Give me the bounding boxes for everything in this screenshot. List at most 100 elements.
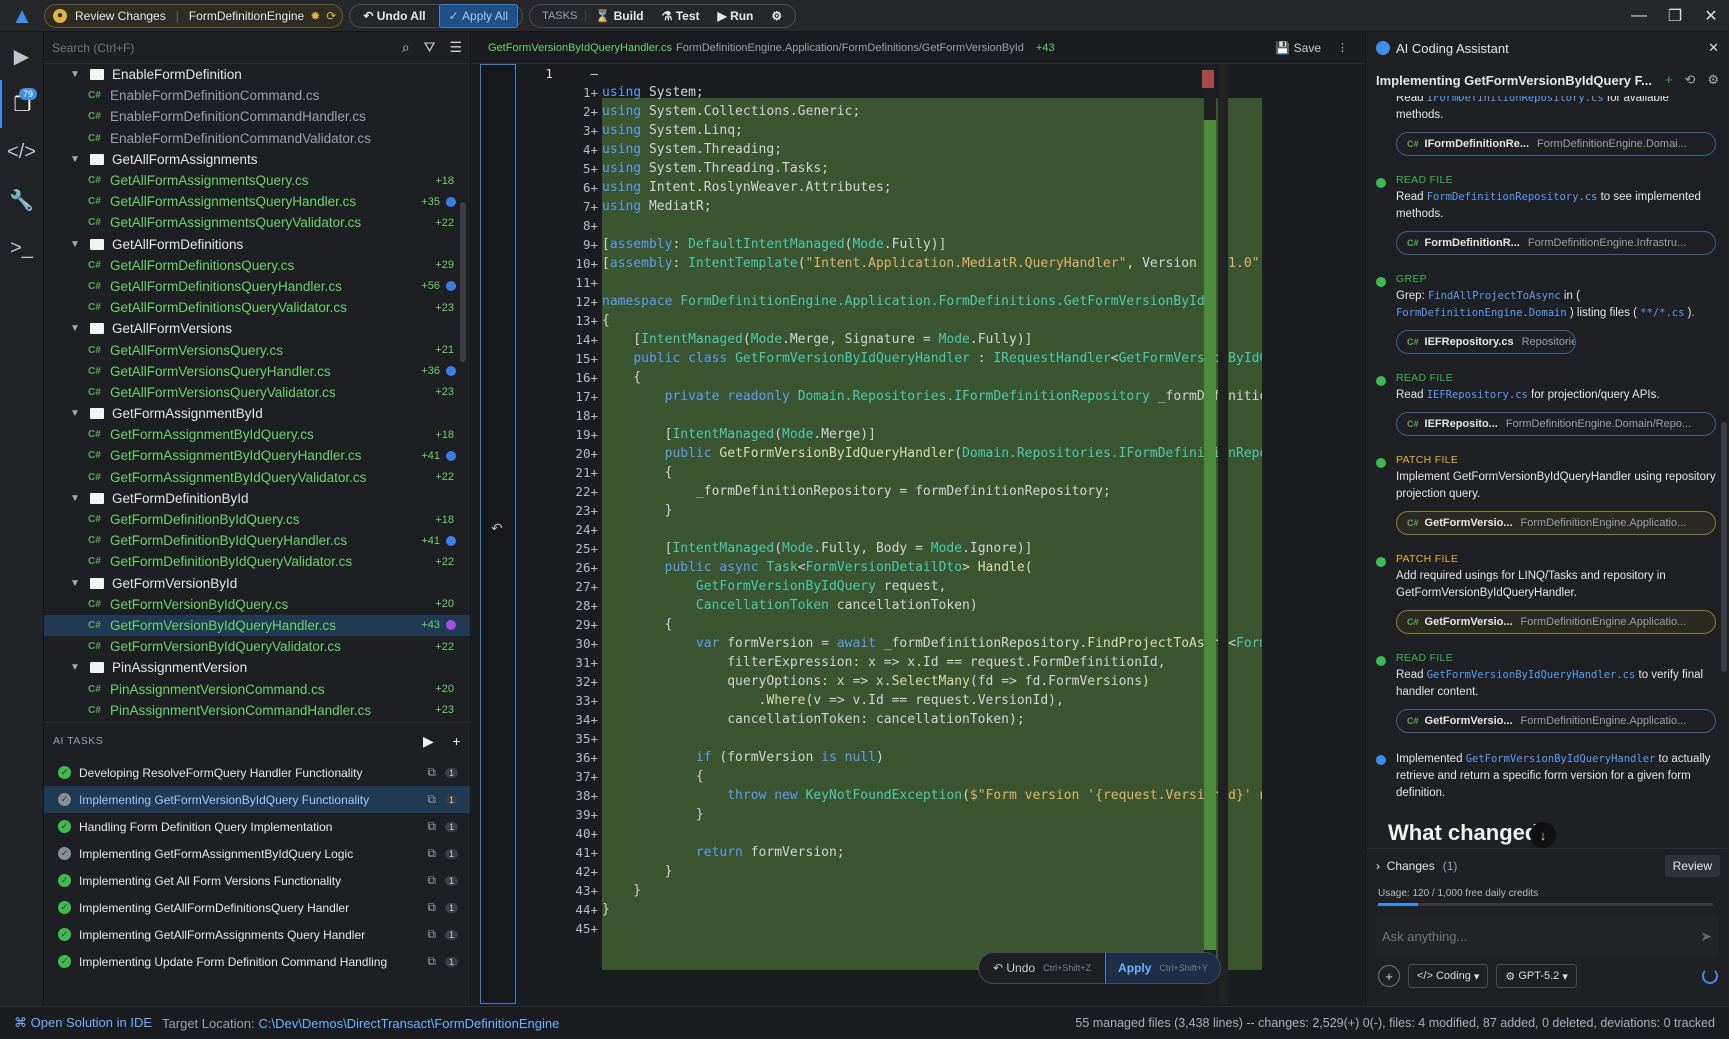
chevron-down-icon[interactable]: ▼ <box>68 578 82 589</box>
file-item[interactable]: C# GetAllFormDefinitionsQueryValidator.cs… <box>44 297 470 318</box>
filter-icon[interactable]: ⛛ <box>424 39 436 56</box>
file-item[interactable]: C# GetAllFormDefinitionsQuery.cs +29 <box>44 255 470 276</box>
file-item[interactable]: C# GetFormVersionByIdQuery.cs +20 <box>44 594 470 615</box>
folder-item[interactable]: ▼ GetFormAssignmentById <box>44 403 470 424</box>
ask-input[interactable] <box>1382 928 1701 944</box>
maximize-icon[interactable]: ❐ <box>1657 0 1693 32</box>
file-item[interactable]: C# GetFormVersionByIdQueryHandler.cs +43 <box>44 614 470 637</box>
folder-item[interactable]: ▼ PinAssignmentVersion <box>44 657 470 678</box>
folder-item[interactable]: ▼ GetAllFormAssignments <box>44 149 470 170</box>
file-chip[interactable]: C# GetFormVersio... FormDefinitionEngine.A… <box>1396 511 1716 535</box>
model-dropdown[interactable]: ⚙ GPT-5.2 ▾ <box>1496 964 1577 988</box>
attach-icon[interactable]: + <box>1378 965 1400 987</box>
revert-hunk-icon[interactable]: ↶ <box>491 520 503 537</box>
wrench-icon[interactable]: 🔧 <box>0 176 43 224</box>
explorer-scrollbar[interactable] <box>460 202 466 362</box>
file-chip[interactable]: C#IEFRepository.csRepositories/ <box>1396 330 1576 354</box>
apply-button[interactable]: Apply Ctrl+Shift+Y <box>1105 953 1220 983</box>
file-item[interactable]: C# PinAssignmentVersionCommand.cs +20 <box>44 678 470 699</box>
send-icon[interactable]: ➤ <box>1700 928 1712 945</box>
chevron-down-icon[interactable]: ▼ <box>68 69 82 80</box>
file-item[interactable]: C# PinAssignmentVersionCommandHandler.cs +… <box>44 700 470 720</box>
file-item[interactable]: C# GetAllFormAssignmentsQueryValidator.cs… <box>44 212 470 233</box>
save-button[interactable]: 💾 Save <box>1275 41 1321 55</box>
file-item[interactable]: C# GetFormDefinitionByIdQueryValidator.cs… <box>44 551 470 572</box>
target-location-link[interactable]: C:\Dev\Demos\DirectTransact\FormDefiniti… <box>259 1016 560 1031</box>
open-ide-link[interactable]: ⌘ Open Solution in IDE <box>14 1015 152 1031</box>
chevron-down-icon[interactable]: ▼ <box>68 408 82 419</box>
copy-icon[interactable]: ⧉ <box>427 765 436 780</box>
file-item[interactable]: C# GetAllFormAssignmentsQuery.cs +18 <box>44 170 470 191</box>
review-changes-pill[interactable]: ● Review Changes | FormDefinitionEngine … <box>44 3 344 28</box>
play-icon[interactable]: ▶ <box>423 733 434 750</box>
new-chat-icon[interactable]: + <box>1665 72 1673 88</box>
file-item[interactable]: C# GetAllFormDefinitionsQueryHandler.cs +5… <box>44 276 470 297</box>
file-chip[interactable]: C# FormDefinitionR... FormDefinitionEngine… <box>1396 231 1716 255</box>
review-button[interactable]: Review <box>1664 854 1720 877</box>
test-button[interactable]: ⚗ Test <box>653 4 709 28</box>
folder-item[interactable]: ▼ GetAllFormVersions <box>44 318 470 339</box>
mode-dropdown[interactable]: </> Coding ▾ <box>1408 964 1489 988</box>
run-activity-icon[interactable]: ▶ <box>0 32 43 80</box>
task-item[interactable]: ✓ Handling Form Definition Query Implemen… <box>44 813 470 840</box>
list-icon[interactable]: ☰ <box>449 39 462 56</box>
task-item[interactable]: ✓ Implementing GetAllFormDefinitionsQuery… <box>44 894 470 921</box>
history-icon[interactable]: ⟲ <box>1684 72 1695 88</box>
task-item[interactable]: ✓ Implementing Update Form Definition Com… <box>44 948 470 975</box>
chevron-down-icon[interactable]: ▼ <box>68 154 82 165</box>
chevron-down-icon[interactable]: ▼ <box>68 493 82 504</box>
terminal-icon[interactable]: >_ <box>0 224 43 272</box>
close-icon[interactable]: ✕ <box>1693 0 1729 32</box>
build-button[interactable]: ⌛ Build <box>586 4 652 28</box>
task-item[interactable]: ✓ Implementing GetFormVersionByIdQuery Fu… <box>44 786 470 813</box>
task-item[interactable]: ✓ Developing ResolveFormQuery Handler Fun… <box>44 759 470 786</box>
file-item[interactable]: C# GetFormAssignmentByIdQueryHandler.cs +4… <box>44 445 470 466</box>
file-item[interactable]: C# GetFormVersionByIdQueryValidator.cs +22 <box>44 636 470 657</box>
copy-icon[interactable]: ⧉ <box>427 900 436 915</box>
copy-icon[interactable]: ⧉ <box>427 927 436 942</box>
code-activity-icon[interactable]: </> <box>0 128 43 176</box>
file-item[interactable]: C# GetFormAssignmentByIdQueryValidator.cs… <box>44 467 470 488</box>
chevron-down-icon[interactable]: ▼ <box>68 662 82 673</box>
changes-activity-icon[interactable]: ❐ 79 <box>0 80 43 128</box>
search-icon[interactable]: ⌕ <box>402 39 410 56</box>
add-task-icon[interactable]: + <box>452 733 461 750</box>
file-chip[interactable]: C# GetFormVersio... FormDefinitionEngine.A… <box>1396 709 1716 733</box>
copy-icon[interactable]: ⧉ <box>427 873 436 888</box>
file-item[interactable]: C# GetFormDefinitionByIdQueryHandler.cs +4… <box>44 530 470 551</box>
folder-item[interactable]: ▼ EnableFormDefinition <box>44 64 470 85</box>
editor-scrollbar[interactable] <box>1218 64 1228 1004</box>
folder-item[interactable]: ▼ GetAllFormDefinitions <box>44 234 470 255</box>
folder-item[interactable]: ▼ GetFormVersionById <box>44 573 470 594</box>
undo-all-button[interactable]: ↶ Undo All <box>354 4 434 28</box>
apply-all-button[interactable]: ✓ Apply All <box>438 3 519 28</box>
copy-icon[interactable]: ⧉ <box>427 792 436 807</box>
file-item[interactable]: C# GetFormDefinitionByIdQuery.cs +18 <box>44 509 470 530</box>
undo-button[interactable]: ↶ Undo Ctrl+Shift+Z <box>979 953 1105 983</box>
file-chip[interactable]: C# IFormDefinitionRe... FormDefinitionEngi… <box>1396 132 1716 156</box>
search-input[interactable] <box>52 40 388 55</box>
file-chip[interactable]: C# IEFReposito... FormDefinitionEngine.Dom… <box>1396 412 1716 436</box>
file-item[interactable]: C# GetAllFormVersionsQueryHandler.cs +36 <box>44 361 470 382</box>
file-item[interactable]: C# GetAllFormAssignmentsQueryHandler.cs +3… <box>44 191 470 212</box>
run-button[interactable]: ▶ Run <box>709 4 763 28</box>
gear-icon[interactable]: ⚙ <box>762 4 791 28</box>
minimize-icon[interactable]: — <box>1621 0 1657 32</box>
task-item[interactable]: ✓ Implementing Get All Form Versions Func… <box>44 867 470 894</box>
changes-bar[interactable]: › Changes (1) Review <box>1366 848 1729 882</box>
copy-icon[interactable]: ⧉ <box>427 954 436 969</box>
settings-icon[interactable]: ⚙ <box>1707 72 1719 88</box>
file-item[interactable]: C# GetAllFormVersionsQuery.cs +21 <box>44 339 470 360</box>
chevron-down-icon[interactable]: ▼ <box>68 239 82 250</box>
chevron-down-icon[interactable]: ▼ <box>68 323 82 334</box>
sun-icon[interactable]: ✹ <box>310 9 320 23</box>
file-item[interactable]: C# EnableFormDefinitionCommandValidator.c… <box>44 128 470 149</box>
close-panel-icon[interactable]: ✕ <box>1708 40 1719 56</box>
chat-scrollbar[interactable] <box>1721 422 1727 672</box>
code-content[interactable]: using System; using System.Collections.Ge… <box>602 64 1262 938</box>
file-item[interactable]: C# EnableFormDefinitionCommandHandler.cs <box>44 106 470 127</box>
file-item[interactable]: C# GetFormAssignmentByIdQuery.cs +18 <box>44 424 470 445</box>
editor-tab[interactable]: GetFormVersionByIdQueryHandler.cs FormDe… <box>472 32 1364 64</box>
file-item[interactable]: C# EnableFormDefinitionCommand.cs <box>44 85 470 106</box>
copy-icon[interactable]: ⧉ <box>427 819 436 834</box>
